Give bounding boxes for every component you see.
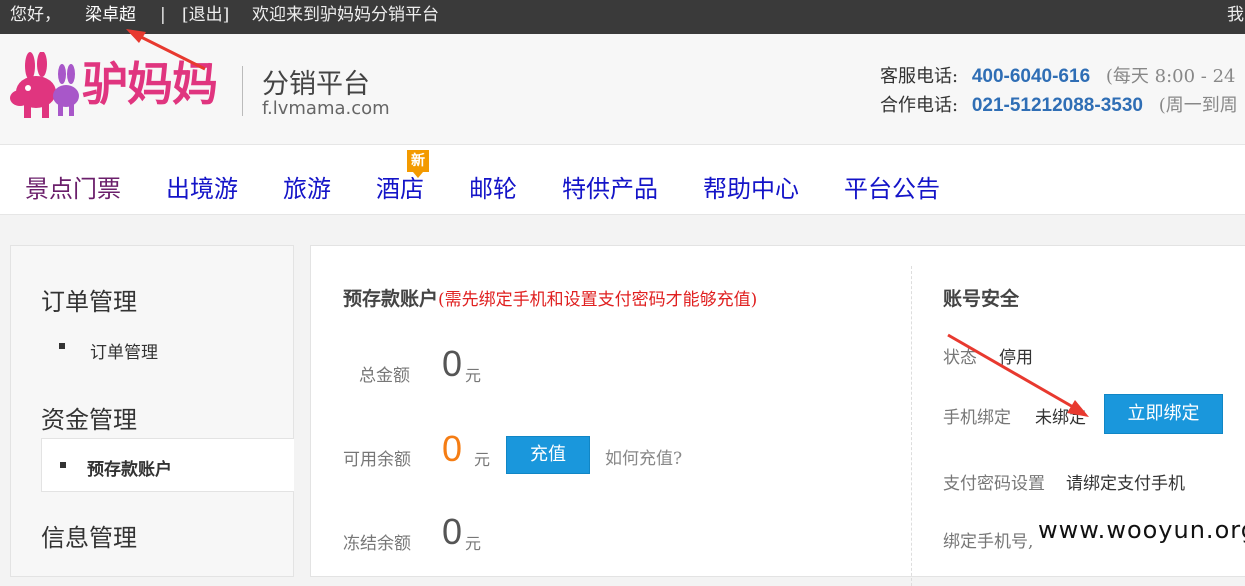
new-badge: 新 bbox=[407, 150, 429, 178]
deposit-warning-note: (需先绑定手机和设置支付密码才能够充值) bbox=[438, 290, 758, 310]
frozen-balance-label: 冻结余额 bbox=[343, 534, 411, 554]
nav-item-announcements[interactable]: 平台公告 bbox=[844, 173, 940, 205]
top-bar: 您好， 梁卓超 | [退出] 欢迎来到驴妈妈分销平台 我 bbox=[0, 0, 1245, 34]
nav-item-help[interactable]: 帮助中心 bbox=[703, 173, 799, 205]
sidebar-heading-funds: 资金管理 bbox=[41, 406, 137, 434]
nav-item-tickets[interactable]: 景点门票 bbox=[25, 173, 121, 205]
available-balance-unit: 元 bbox=[474, 450, 491, 469]
watermark: www.wooyun.org bbox=[1038, 516, 1245, 544]
total-amount-label: 总金额 bbox=[359, 366, 410, 386]
pay-password-label: 支付密码设置 bbox=[943, 474, 1045, 494]
service-phone-label: 客服电话: bbox=[880, 66, 959, 87]
recharge-button[interactable]: 充值 bbox=[506, 436, 590, 474]
sidebar-heading-orders: 订单管理 bbox=[41, 288, 137, 316]
greeting-text: 您好， bbox=[10, 5, 61, 25]
nav-item-special[interactable]: 特供产品 bbox=[562, 173, 658, 205]
coop-phone-number: 021-51212088-3530 bbox=[971, 95, 1143, 116]
security-title: 账号安全 bbox=[943, 288, 1020, 310]
frozen-balance-unit: 元 bbox=[465, 534, 482, 553]
logout-link[interactable]: [退出] bbox=[182, 0, 229, 30]
sidebar: 订单管理 订单管理 资金管理 预存款账户 信息管理 bbox=[10, 245, 294, 577]
sidebar-item-orders[interactable]: 订单管理 bbox=[59, 338, 158, 363]
phone-bind-label: 手机绑定 bbox=[943, 408, 1011, 428]
topbar-right-link[interactable]: 我 bbox=[1227, 0, 1244, 30]
coop-phone-label: 合作电话: bbox=[880, 95, 959, 116]
nav-item-travel[interactable]: 旅游 bbox=[283, 173, 331, 205]
sidebar-heading-info: 信息管理 bbox=[41, 524, 137, 552]
deposit-title: 预存款账户(需先绑定手机和设置支付密码才能够充值) bbox=[343, 284, 757, 311]
bullet-icon bbox=[59, 343, 65, 349]
coop-phone-hours: (周一到周 bbox=[1158, 95, 1238, 116]
bind-now-button[interactable]: 立即绑定 bbox=[1104, 394, 1223, 434]
sidebar-item-label: 预存款账户 bbox=[87, 460, 172, 480]
deposit-title-text: 预存款账户 bbox=[343, 288, 439, 310]
site-header: 驴妈妈 分销平台 f.lvmama.com 客服电话: 400-6040-616… bbox=[0, 34, 1245, 145]
total-amount-unit: 元 bbox=[465, 366, 482, 385]
status-label: 状态 bbox=[943, 348, 977, 368]
service-phone-number: 400-6040-616 bbox=[971, 66, 1091, 87]
brand-name[interactable]: 驴妈妈 bbox=[82, 56, 218, 112]
service-phone-row: 客服电话: 400-6040-616 (每天 8:00 - 24 bbox=[880, 62, 1235, 88]
bound-phone-label: 绑定手机号, bbox=[943, 532, 1034, 552]
welcome-text: 欢迎来到驴妈妈分销平台 bbox=[252, 5, 439, 25]
phone-bind-value: 未绑定 bbox=[1035, 408, 1086, 428]
panel-divider bbox=[911, 266, 912, 586]
sidebar-item-deposit[interactable]: 预存款账户 bbox=[41, 438, 294, 492]
username-link[interactable]: 梁卓超 bbox=[85, 0, 136, 30]
available-balance-value: 0 bbox=[442, 428, 463, 469]
nav-item-outbound[interactable]: 出境游 bbox=[166, 173, 238, 205]
topbar-separator: | bbox=[160, 5, 166, 25]
frozen-balance-value: 0 bbox=[442, 511, 463, 552]
sidebar-item-label: 订单管理 bbox=[90, 343, 158, 363]
donkey-logo-icon[interactable] bbox=[8, 52, 80, 122]
nav-item-cruise[interactable]: 邮轮 bbox=[469, 173, 517, 205]
coop-phone-row: 合作电话: 021-51212088-3530 (周一到周 bbox=[880, 91, 1238, 117]
platform-title: 分销平台 bbox=[262, 69, 370, 100]
pay-password-value: 请绑定支付手机 bbox=[1066, 474, 1185, 494]
main-nav: 景点门票 出境游 旅游 酒店 邮轮 特供产品 帮助中心 平台公告 bbox=[0, 145, 1245, 215]
total-amount-value: 0 bbox=[442, 343, 463, 384]
logo-divider bbox=[242, 66, 243, 116]
how-to-recharge-link[interactable]: 如何充值? bbox=[605, 444, 682, 469]
service-phone-hours: (每天 8:00 - 24 bbox=[1105, 66, 1236, 87]
bullet-icon bbox=[60, 462, 66, 468]
platform-url: f.lvmama.com bbox=[262, 98, 390, 119]
status-value: 停用 bbox=[999, 348, 1033, 368]
available-balance-label: 可用余额 bbox=[343, 450, 411, 470]
